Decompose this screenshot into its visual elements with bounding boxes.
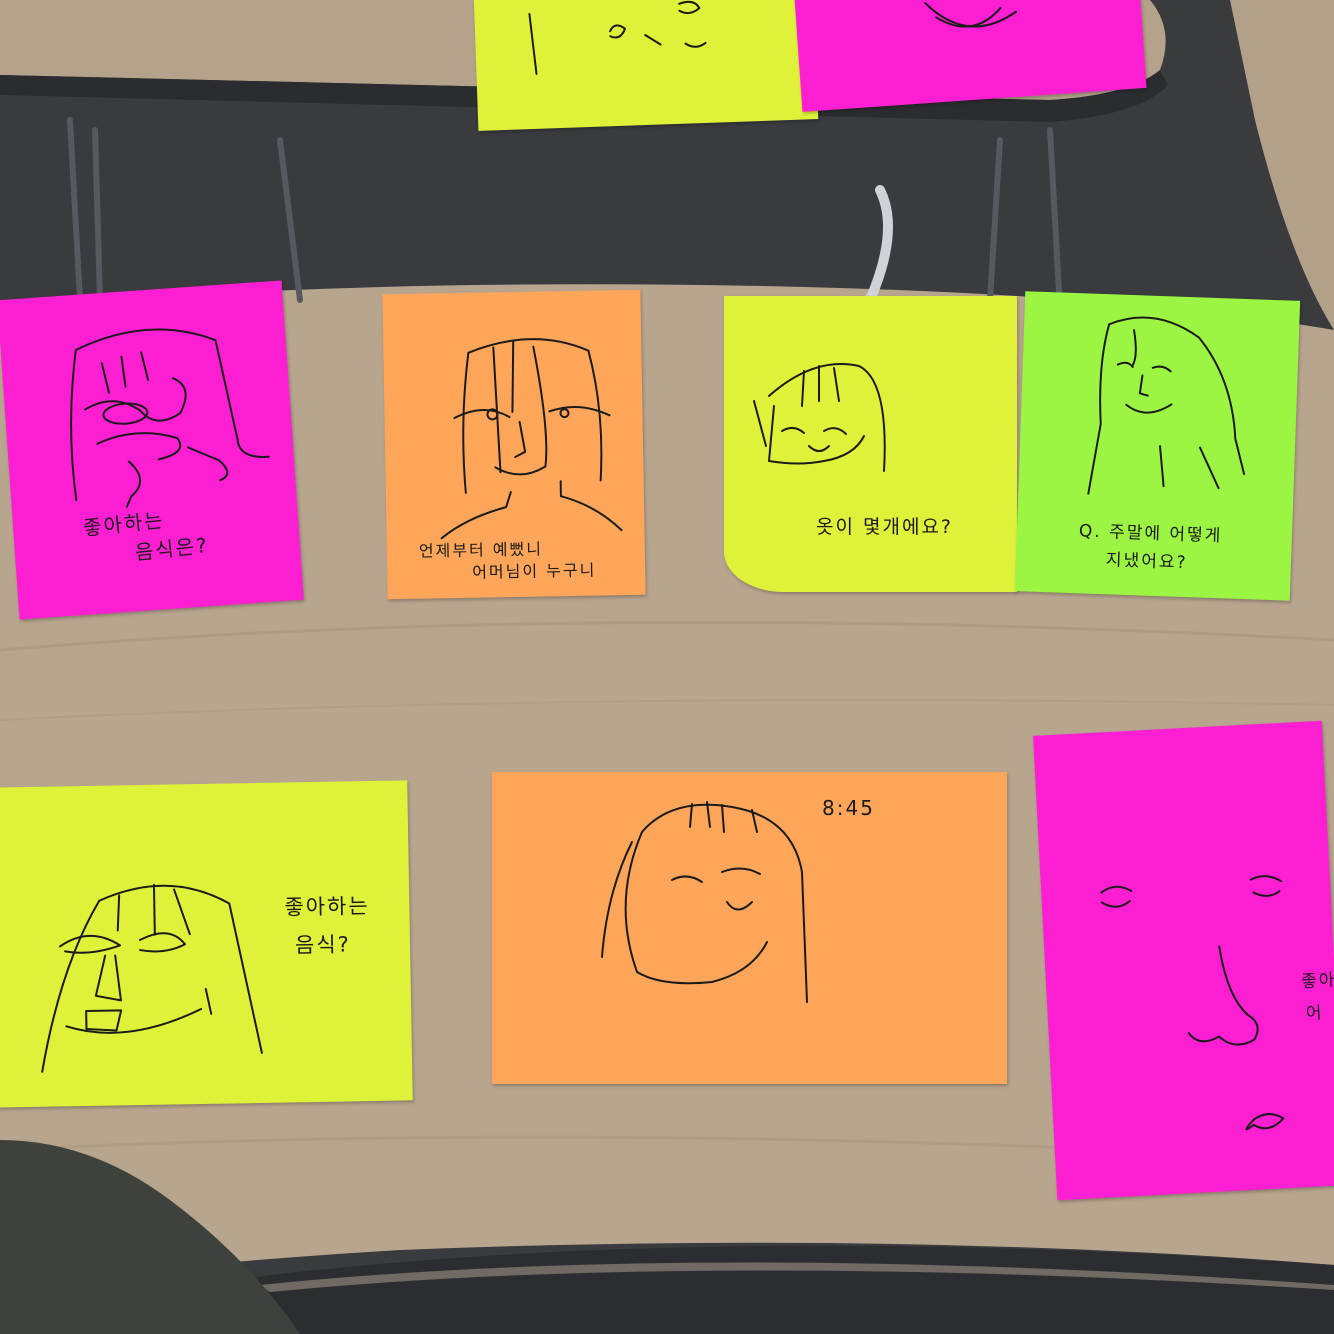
note-caption-line1: 옷이 몇개에요? — [816, 516, 954, 538]
face-drawing — [1100, 875, 1285, 1131]
face-drawing — [601, 801, 808, 1003]
note-orange-top: 언제부터 예뻤니 어머님이 누구니 — [382, 289, 646, 600]
note-caption-line2: 어머님이 누구니 — [472, 560, 597, 582]
note-caption-line1: 좋아하는 — [284, 894, 370, 920]
note-green-top-right: Q. 주말에 어떻게 지냈어요? — [1014, 291, 1301, 601]
note-pink-bottom-right: 좋아 어 — [1033, 720, 1334, 1201]
note-caption-line1: 언제부터 예뻤니 — [418, 539, 544, 561]
photo-scene: 좋아하는 음식은? 언제부터 예뻤니 어머님이 누구니 옷이 몇개에요? Q. … — [0, 0, 1334, 1334]
note-pink-top-left: 좋아하는 음식은? — [0, 280, 304, 620]
face-drawing — [41, 883, 263, 1073]
face-drawing — [70, 328, 270, 508]
note-caption-time: 8:45 — [822, 796, 875, 820]
note-caption-line2: 지냈어요? — [1105, 550, 1188, 574]
note-orange-bottom: 8:45 — [492, 772, 1007, 1084]
note-caption-line2: 어 — [1305, 1003, 1325, 1024]
note-caption-line2: 음식? — [294, 932, 352, 958]
note-yellow-bottom-left: 좋아하는 음식? — [0, 780, 413, 1108]
face-drawing — [753, 363, 886, 472]
note-yellow-upper — [473, 0, 819, 131]
note-yellow-top: 옷이 몇개에요? — [724, 296, 1017, 592]
note-caption-line1: 좋아 — [1300, 970, 1334, 993]
